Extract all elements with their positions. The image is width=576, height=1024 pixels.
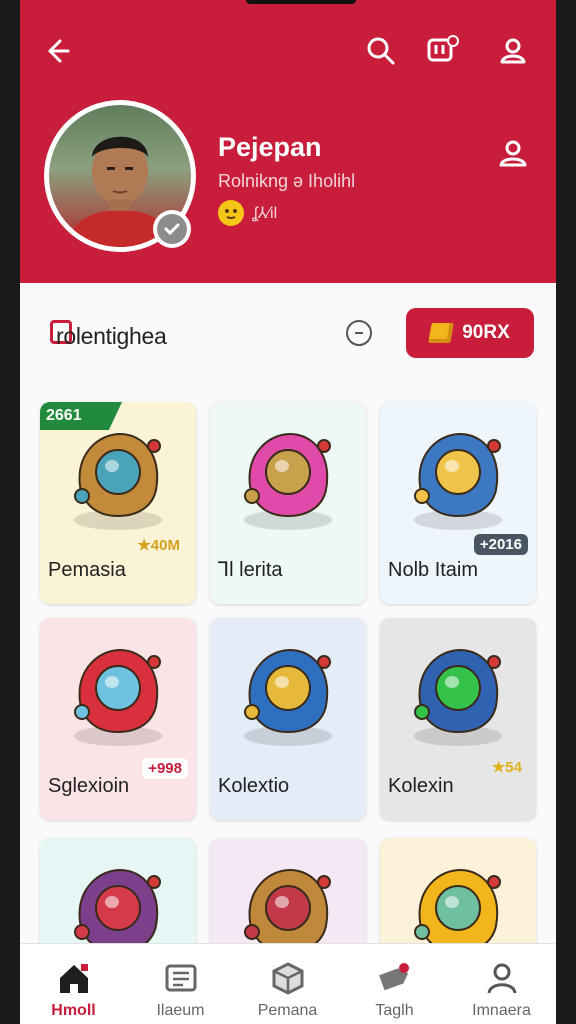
item-label: Nolb Itaim bbox=[388, 559, 479, 581]
timer-icon[interactable] bbox=[346, 320, 372, 346]
tab-news[interactable]: Ilaeum bbox=[127, 944, 234, 1024]
status-row: ʆ⅄∕il bbox=[218, 200, 277, 226]
section-title: ​rolentighea bbox=[56, 323, 167, 349]
emoji-icon bbox=[218, 200, 244, 226]
device-notch bbox=[246, 0, 356, 4]
gem-icon bbox=[428, 323, 454, 343]
back-arrow-icon[interactable] bbox=[40, 34, 74, 68]
tag-icon bbox=[378, 963, 409, 991]
item-ribbon-badge: 2661 bbox=[40, 402, 122, 430]
cannon-icon bbox=[414, 432, 502, 530]
item-card[interactable]: +998 Sglexioin bbox=[40, 618, 196, 820]
bell-device-icon bbox=[244, 648, 332, 746]
tab-home[interactable]: Hmoll bbox=[20, 944, 127, 1024]
bottom-tab-bar: Hmoll Ilaeum Pemana Taglh Imnaera bbox=[20, 943, 556, 1024]
item-card[interactable]: 2661 ★40M Pemasia bbox=[40, 402, 196, 604]
user-name: Pejepan bbox=[218, 132, 322, 162]
search-icon[interactable] bbox=[364, 34, 398, 68]
item-card[interactable]: +2016 Nolb Itaim bbox=[380, 402, 536, 604]
profile-icon bbox=[487, 963, 516, 994]
box-icon bbox=[272, 962, 303, 995]
gear-pod-icon bbox=[74, 432, 162, 530]
verified-badge bbox=[153, 210, 191, 248]
user-subtitle: Rolnikng ə Iholihl bbox=[218, 171, 356, 191]
item-price-badge: ★40M bbox=[137, 537, 180, 554]
chat-icon[interactable] bbox=[426, 34, 460, 68]
tab-box[interactable]: Pemana bbox=[234, 944, 341, 1024]
tab-profile-label: Imnaera bbox=[472, 1002, 531, 1019]
tab-tag[interactable]: Taglh bbox=[341, 944, 448, 1024]
follow-icon[interactable] bbox=[496, 136, 530, 170]
item-label: Pemasia bbox=[48, 559, 126, 581]
ring-pod-icon bbox=[244, 432, 332, 530]
helmet-icon bbox=[74, 648, 162, 746]
app-screen: Pejepan Rolnikng ə Iholihl ʆ⅄∕il ​rolent… bbox=[20, 0, 556, 1024]
item-label: Ꞁl lerita bbox=[218, 559, 283, 581]
account-icon[interactable] bbox=[496, 34, 530, 68]
item-card[interactable]: Ꞁl lerita bbox=[210, 402, 366, 604]
buy-button-label: 90RX bbox=[462, 322, 510, 343]
item-price-badge: +998 bbox=[142, 758, 188, 779]
tab-profile[interactable]: Imnaera bbox=[448, 944, 555, 1024]
item-card[interactable]: Kolextio bbox=[210, 618, 366, 820]
item-card[interactable] bbox=[40, 838, 196, 958]
item-card[interactable] bbox=[380, 838, 536, 958]
item-price-badge: +2016 bbox=[473, 534, 528, 555]
green-eye-device-icon bbox=[414, 648, 502, 746]
item-label: Kolextio bbox=[218, 775, 290, 797]
tab-box-label: Pemana bbox=[257, 1002, 318, 1019]
item-card[interactable]: ★54 Kolexin bbox=[380, 618, 536, 820]
tab-news-label: Ilaeum bbox=[156, 1002, 205, 1019]
news-icon bbox=[165, 964, 196, 992]
profile-header: Pejepan Rolnikng ə Iholihl ʆ⅄∕il bbox=[20, 0, 556, 283]
status-text: ʆ⅄∕il bbox=[252, 205, 278, 222]
top-app-bar bbox=[20, 24, 556, 76]
buy-button[interactable]: 90RX bbox=[406, 308, 534, 358]
home-icon bbox=[59, 964, 88, 993]
item-label: Kolexin bbox=[388, 775, 454, 797]
item-card[interactable] bbox=[210, 838, 366, 958]
check-icon bbox=[164, 223, 180, 236]
tab-home-label: Hmoll bbox=[51, 1002, 96, 1019]
item-price-badge: ★54 bbox=[491, 759, 522, 776]
tab-tag-label: Taglh bbox=[375, 1002, 414, 1019]
item-label: Sglexioin bbox=[48, 775, 130, 797]
